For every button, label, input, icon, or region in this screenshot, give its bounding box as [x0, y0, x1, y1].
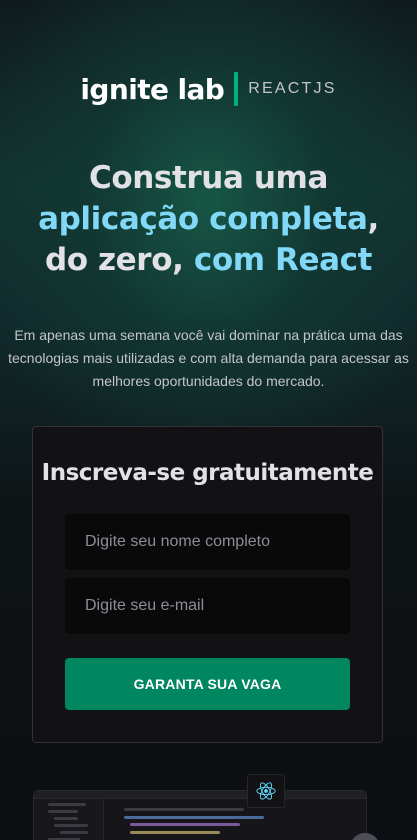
headline-highlight-1: aplicação completa [38, 201, 368, 237]
logo-wordmark: ignite lab [80, 72, 225, 106]
logo: ignite lab REACTJS [0, 72, 417, 106]
hero-description: Em apenas uma semana você vai dominar na… [8, 327, 409, 389]
email-input[interactable] [65, 578, 350, 634]
editor-topbar [34, 791, 366, 799]
logo-product: REACTJS [248, 80, 337, 97]
editor-sidebar [34, 799, 104, 840]
submit-button[interactable]: GARANTA SUA VAGA [65, 658, 350, 710]
code-editor-preview [33, 790, 367, 840]
headline-part-1: Construa uma [89, 160, 328, 196]
hero-headline: Construa uma aplicação completa, do zero… [20, 158, 397, 281]
react-icon [256, 782, 276, 800]
signup-title: Inscreva-se gratuitamente [41, 460, 374, 486]
logo-divider [234, 72, 239, 106]
name-input[interactable] [65, 514, 350, 570]
headline-highlight-2: com React [193, 242, 373, 278]
react-badge [247, 774, 285, 808]
